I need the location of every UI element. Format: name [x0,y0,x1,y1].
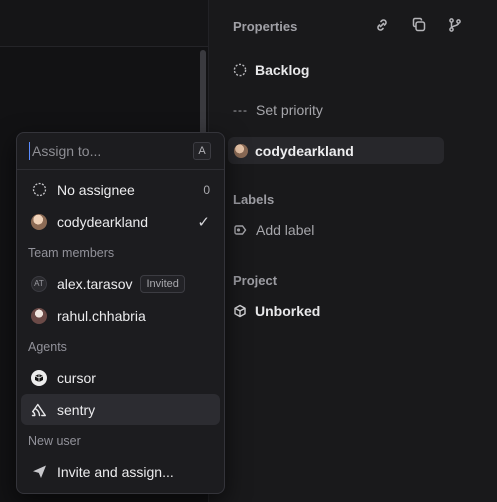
avatar-slot [31,307,47,324]
send-icon [31,464,47,480]
agent-label: cursor [57,369,96,386]
agent-option-sentry[interactable]: sentry [21,394,220,425]
no-priority-icon: --- [233,103,248,117]
assignee-field[interactable]: codydearkland [228,137,444,164]
no-assignee-option[interactable]: No assignee 0 [21,174,220,205]
properties-title: Properties [233,19,298,34]
no-assignee-label: No assignee [57,181,135,198]
agent-option-cursor[interactable]: cursor [21,362,220,393]
team-member-label: rahul.chhabria [57,307,146,324]
cube-icon [234,304,246,318]
assignee-label: codydearkland [255,142,354,159]
copy-icon[interactable] [410,16,428,34]
avatar [31,213,47,230]
priority-label: Set priority [256,102,323,118]
project-label: Unborked [255,303,321,319]
current-assignee-option[interactable]: codydearkland ✓ [21,206,220,237]
no-assignee-icon [31,182,47,198]
backlog-status-icon [233,63,247,77]
add-label-text: Add label [256,222,315,238]
icon-slot [31,369,47,386]
invited-badge: Invited [140,274,185,293]
check-icon: ✓ [197,213,210,231]
sentry-icon [31,402,47,418]
assign-search-input[interactable] [29,142,182,160]
left-topbar [0,0,208,47]
agent-label: sentry [57,401,96,418]
assign-search-bar: A [17,133,224,170]
assign-dropdown: A No assignee 0 codydearkland ✓ Team mem… [16,132,225,494]
new-user-heading: New user [28,434,81,448]
avatar-slot: AT [31,275,47,292]
current-assignee-label: codydearkland [57,213,149,230]
team-member-label: alex.tarasov [57,275,133,292]
branch-icon[interactable] [446,16,464,34]
label-icon [234,225,247,235]
project-heading: Project [233,273,278,288]
labels-heading: Labels [233,192,275,207]
invite-and-assign-option[interactable]: Invite and assign... [21,456,220,487]
project-field[interactable]: Unborked [233,303,320,319]
team-members-heading: Team members [28,246,115,260]
status-field[interactable]: Backlog [233,62,309,78]
agents-heading: Agents [28,340,67,354]
avatar-slot [31,213,47,230]
avatar [234,143,248,158]
add-label-button[interactable]: Add label [233,222,314,238]
initials-avatar: AT [31,275,47,292]
invite-label: Invite and assign... [57,463,174,480]
priority-field[interactable]: --- Set priority [233,102,323,118]
status-label: Backlog [255,62,310,78]
team-member-option[interactable]: rahul.chhabria [21,300,220,331]
no-assignee-count: 0 [203,182,210,197]
avatar [31,307,47,324]
shortcut-key: A [193,142,211,160]
link-icon[interactable] [373,16,391,34]
team-member-option[interactable]: AT alex.tarasov Invited [21,268,220,299]
cursor-icon [31,369,47,386]
